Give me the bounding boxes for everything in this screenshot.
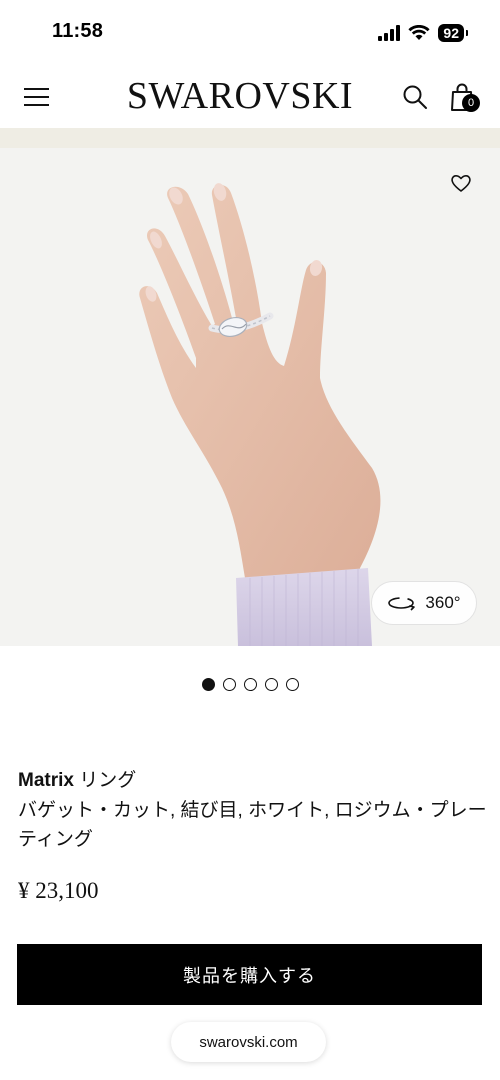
- buy-product-button[interactable]: 製品を購入する: [17, 944, 482, 1005]
- carousel-dot[interactable]: [264, 678, 278, 691]
- view-360-label: 360°: [425, 593, 461, 612]
- carousel-dot[interactable]: [285, 678, 299, 691]
- brand-logo[interactable]: SWAROVSKI: [120, 74, 360, 118]
- wishlist-button[interactable]: [448, 170, 474, 196]
- status-time: 11:58: [52, 20, 104, 42]
- menu-icon-line: [24, 88, 49, 90]
- carousel-pagination: [0, 678, 500, 691]
- carousel-dot[interactable]: [222, 678, 236, 691]
- view-360-button[interactable]: 360°: [371, 581, 477, 625]
- promo-strip: [0, 128, 500, 148]
- site-header: SWAROVSKI 0: [0, 66, 500, 128]
- product-price: ¥ 23,100: [18, 878, 99, 903]
- carousel-dot[interactable]: [243, 678, 257, 691]
- carousel-dot[interactable]: [201, 678, 215, 691]
- battery-icon: 92: [438, 24, 468, 42]
- product-collection: Matrix: [18, 770, 74, 791]
- product-photo: [139, 183, 381, 646]
- search-icon: [403, 85, 427, 109]
- wifi-icon: [408, 25, 431, 40]
- status-icons: 92: [378, 22, 468, 44]
- menu-icon-line: [24, 104, 49, 106]
- heart-icon: [451, 175, 471, 192]
- product-image-gallery[interactable]: 360°: [0, 148, 500, 646]
- shopping-bag-button[interactable]: 0: [450, 80, 484, 114]
- menu-button[interactable]: [24, 85, 50, 107]
- product-title: Matrix リング: [18, 768, 478, 794]
- rotate-360-icon: [388, 597, 416, 611]
- product-description: バゲット・カット, 結び目, ホワイト, ロジウム・プレーティング: [18, 800, 487, 850]
- menu-icon-line: [24, 96, 49, 98]
- product-type: リング: [73, 770, 137, 791]
- signal-icon: [378, 25, 401, 41]
- search-button[interactable]: [400, 82, 430, 112]
- browser-url-bar[interactable]: swarovski.com: [171, 1022, 326, 1062]
- status-bar: 11:58 92: [0, 0, 500, 66]
- bag-count-badge: 0: [462, 94, 480, 112]
